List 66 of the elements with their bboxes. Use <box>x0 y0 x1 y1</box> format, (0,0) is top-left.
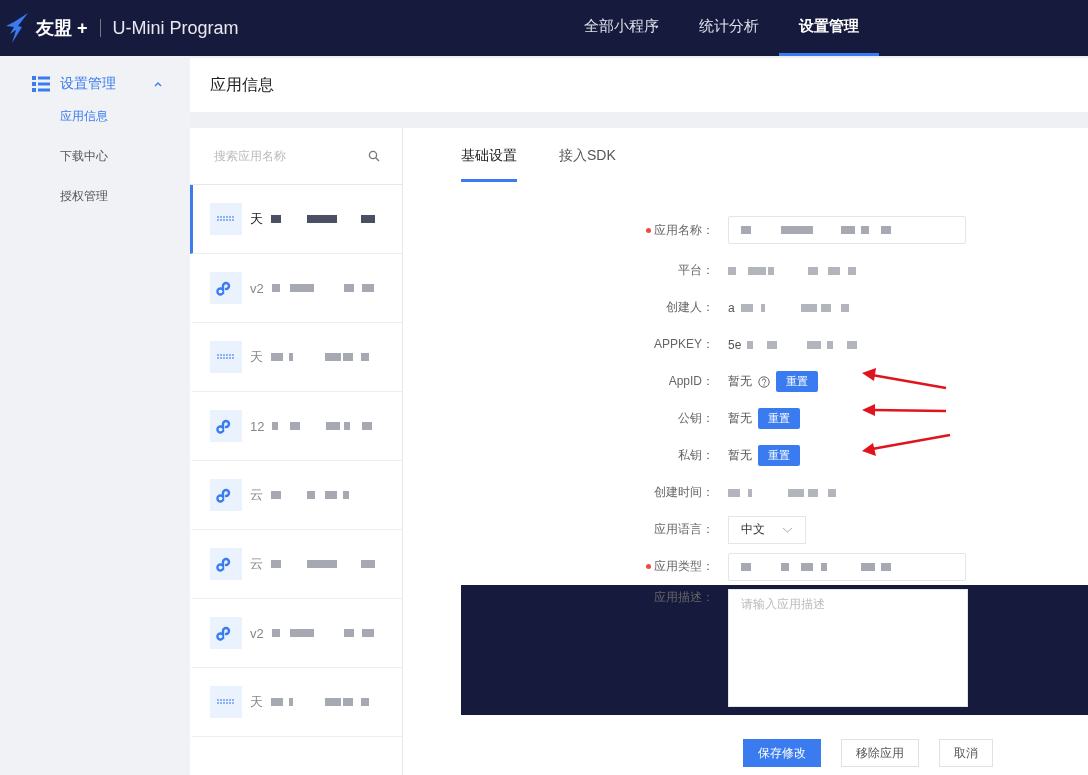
action-button[interactable]: 保存修改 <box>743 739 821 767</box>
tab[interactable]: 接入SDK <box>559 128 616 182</box>
field-label: 私钥： <box>678 447 714 464</box>
list-icon <box>32 76 50 92</box>
action-button[interactable]: 移除应用 <box>841 739 919 767</box>
link-icon <box>210 548 242 580</box>
field-label: APPKEY： <box>653 336 714 353</box>
page-title: 应用信息 <box>210 74 274 95</box>
app-name: 云 <box>250 486 263 504</box>
sidebar-item[interactable]: 下载中心 <box>0 136 190 176</box>
nav-tab[interactable]: 统计分析 <box>679 0 779 56</box>
link-icon <box>210 479 242 511</box>
app-name: 天 <box>250 693 263 711</box>
link-icon <box>210 617 242 649</box>
app-list-item[interactable]: v2 <box>190 599 402 668</box>
app-list-item[interactable]: 天 <box>190 185 402 254</box>
field-label: 平台： <box>678 262 714 279</box>
field-label: 应用语言： <box>654 521 714 538</box>
field-value: 暂无 <box>728 373 752 390</box>
reset-button[interactable]: 重置 <box>776 371 818 392</box>
field-label: 应用描述： <box>654 589 714 606</box>
field-label: 应用名称： <box>654 221 714 239</box>
action-button[interactable]: 取消 <box>939 739 993 767</box>
field-label: 创建时间： <box>654 484 714 501</box>
app-list-item[interactable]: 12 <box>190 392 402 461</box>
field-value: 暂无 <box>728 447 752 464</box>
sidebar-group[interactable]: 设置管理 <box>0 72 190 96</box>
field-label: 公钥： <box>678 410 714 427</box>
search-icon <box>368 150 380 162</box>
sidebar-item[interactable]: 授权管理 <box>0 176 190 216</box>
nav-tab[interactable]: 全部小程序 <box>564 0 679 56</box>
app-name: 12 <box>250 418 265 434</box>
app-name: 云 <box>250 555 263 573</box>
field-value: a <box>728 300 735 315</box>
app-list-item[interactable]: 天 <box>190 668 402 737</box>
app-list-item[interactable]: v2 <box>190 254 402 323</box>
app-name: 天 <box>250 210 263 228</box>
link-icon <box>210 272 242 304</box>
bird-logo-icon <box>4 12 30 44</box>
app-list-item[interactable]: 天 <box>190 323 402 392</box>
language-select[interactable]: 中文 <box>728 515 806 544</box>
reset-button[interactable]: 重置 <box>758 445 800 466</box>
app-name: v2 <box>250 625 264 641</box>
input-field[interactable] <box>728 216 966 244</box>
field-label: AppID： <box>668 373 714 390</box>
link-icon <box>210 410 242 442</box>
app-list-item[interactable]: 云 <box>190 530 402 599</box>
app-name: v2 <box>250 280 264 296</box>
app-logo-icon <box>210 341 242 373</box>
product-name: U-Mini Program <box>112 17 239 39</box>
field-label: 应用类型： <box>654 558 714 575</box>
description-field[interactable]: 请输入应用描述 <box>728 589 968 707</box>
sidebar-item[interactable]: 应用信息 <box>0 96 190 136</box>
app-logo-icon <box>210 203 242 235</box>
app-list-item[interactable]: 云 <box>190 461 402 530</box>
chevron-icon <box>154 81 162 87</box>
tab[interactable]: 基础设置 <box>461 128 517 182</box>
chevron-down-icon <box>782 526 793 533</box>
app-logo-icon <box>210 686 242 718</box>
input-field[interactable] <box>728 552 966 581</box>
app-name: 天 <box>250 348 263 366</box>
reset-button[interactable]: 重置 <box>758 408 800 429</box>
brand-name: 友盟 + <box>36 17 88 40</box>
field-label: 创建人： <box>666 299 714 316</box>
field-value: 暂无 <box>728 410 752 427</box>
field-value: 5e <box>728 337 742 352</box>
